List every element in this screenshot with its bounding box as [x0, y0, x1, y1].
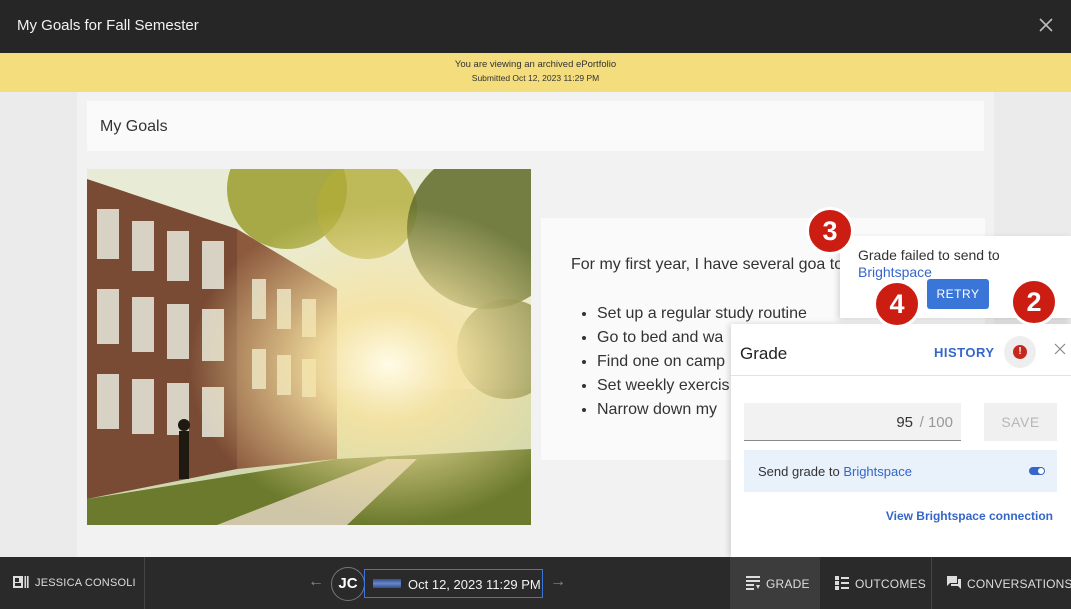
history-button[interactable]: HISTORY	[934, 345, 995, 360]
save-button[interactable]: SAVE	[984, 403, 1057, 441]
archived-banner: You are viewing an archived ePortfolio S…	[0, 53, 1071, 92]
send-grade-text: Send grade to	[758, 464, 840, 479]
tab-outcomes-label: OUTCOMES	[855, 577, 926, 591]
error-text: Grade failed to send to	[858, 247, 1000, 263]
tab-conversations-label: CONVERSATIONS	[967, 577, 1071, 591]
conversations-icon	[947, 576, 961, 589]
student-selector[interactable]: JESSICA CONSOLI	[0, 557, 145, 609]
grade-icon	[746, 576, 760, 590]
outcomes-icon	[835, 576, 849, 590]
bottom-bar: JESSICA CONSOLI ← JC Oct 12, 2023 11:29 …	[0, 557, 1071, 609]
callout-marker: 2	[1010, 278, 1058, 326]
window-title: My Goals for Fall Semester	[17, 17, 199, 34]
tab-conversations[interactable]: CONVERSATIONS	[931, 557, 1071, 609]
brightspace-link[interactable]: Brightspace	[858, 264, 932, 280]
callout-marker: 4	[873, 280, 921, 328]
close-icon[interactable]	[1035, 14, 1057, 36]
error-message: Grade failed to send to Brightspace	[858, 247, 1000, 281]
next-student-arrow-icon[interactable]: →	[550, 573, 566, 591]
goals-heading: My Goals	[100, 118, 168, 135]
tab-outcomes[interactable]: OUTCOMES	[820, 557, 931, 609]
goal-item: Set up a regular study routine	[597, 302, 877, 326]
error-icon: !	[1013, 345, 1027, 359]
campus-photo	[87, 169, 531, 525]
retry-button[interactable]: RETRY	[927, 279, 989, 309]
archived-message: You are viewing an archived ePortfolio	[454, 59, 617, 70]
previous-student-arrow-icon[interactable]: ←	[308, 573, 324, 591]
student-card-icon	[13, 576, 29, 588]
score-value: 95	[896, 414, 913, 431]
tab-grade[interactable]: GRADE	[730, 557, 820, 609]
sync-error-button[interactable]: !	[1004, 336, 1036, 368]
top-bar: My Goals for Fall Semester	[0, 0, 1071, 53]
divider	[731, 375, 1071, 376]
submitted-date: Submitted Oct 12, 2023 11:29 PM	[471, 73, 600, 83]
grade-panel-title: Grade	[740, 344, 788, 363]
submission-thumbnail	[373, 579, 401, 588]
goals-header: My Goals	[87, 101, 984, 151]
send-grade-toggle[interactable]	[1029, 467, 1045, 475]
grade-panel: Grade HISTORY ! 95 / 100 SAVE Send grade…	[731, 324, 1071, 557]
score-out-of: / 100	[919, 414, 953, 431]
brightspace-link[interactable]: Brightspace	[843, 464, 912, 479]
send-grade-row: Send grade to Brightspace	[744, 450, 1057, 492]
send-grade-label: Send grade to Brightspace	[758, 464, 912, 479]
callout-marker: 3	[806, 207, 854, 255]
submission-date: Oct 12, 2023 11:29 PM	[408, 577, 541, 592]
student-name: JESSICA CONSOLI	[35, 577, 136, 589]
score-input[interactable]: 95 / 100	[744, 403, 961, 441]
submission-selector[interactable]: Oct 12, 2023 11:29 PM	[364, 569, 543, 598]
avatar: JC	[331, 567, 365, 601]
tab-grade-label: GRADE	[766, 577, 810, 591]
campus-photo-illustration	[87, 169, 531, 525]
close-icon[interactable]	[1053, 342, 1067, 356]
view-connection-link[interactable]: View Brightspace connection	[886, 509, 1053, 523]
